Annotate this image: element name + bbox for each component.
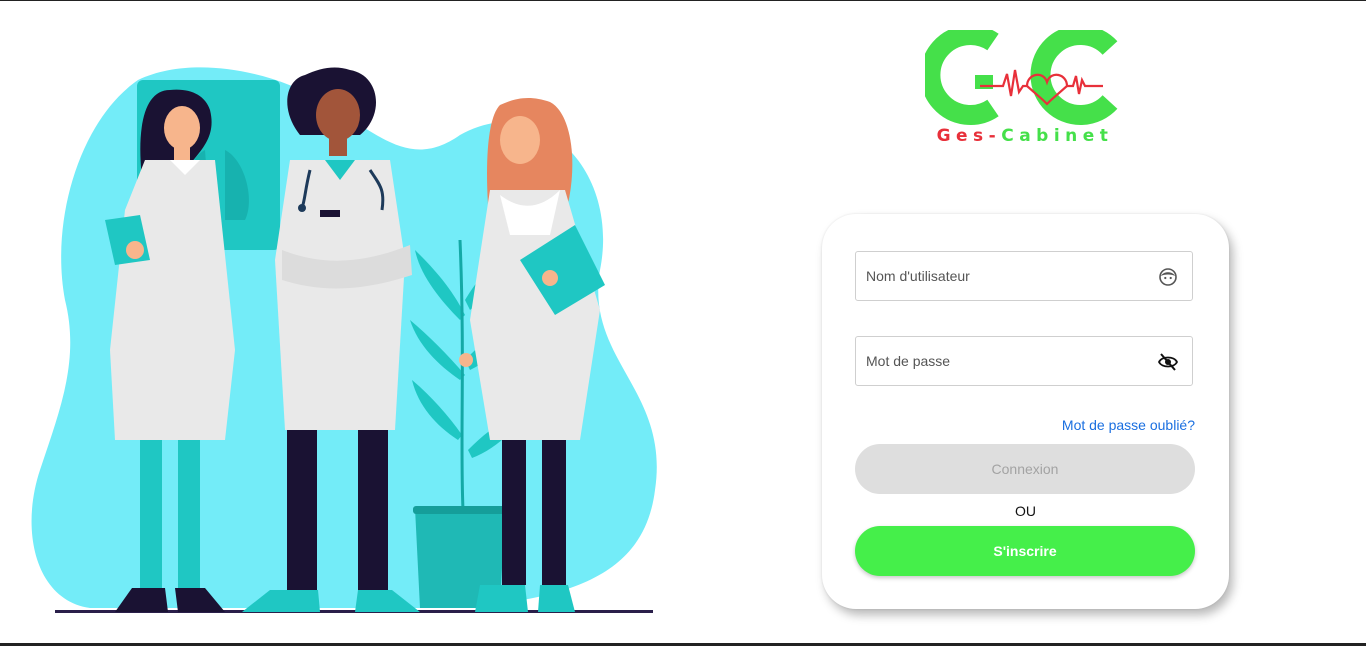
brand-name-part1: Ges- [936,126,1002,146]
username-input[interactable] [856,252,1156,300]
or-separator: OU [1015,503,1036,519]
doctors-illustration [31,67,657,613]
window-top-border [0,0,1366,1]
brand-name-part2: Cabinet [1001,126,1114,146]
login-button[interactable]: Connexion [855,444,1195,494]
username-field[interactable] [855,251,1193,301]
forgot-password-link[interactable]: Mot de passe oublié? [1062,417,1195,433]
password-field[interactable] [855,336,1193,386]
eye-off-icon[interactable] [1158,352,1178,372]
gc-heartbeat-logo-mark [920,25,1118,125]
brand-name: Ges-Cabinet [925,126,1125,146]
face-icon [1159,268,1177,286]
login-card: Mot de passe oublié? Connexion OU S'insc… [822,214,1229,609]
password-input[interactable] [856,337,1156,385]
ges-cabinet-logo: Ges-Cabinet [920,25,1125,150]
signup-button[interactable]: S'inscrire [855,526,1195,576]
